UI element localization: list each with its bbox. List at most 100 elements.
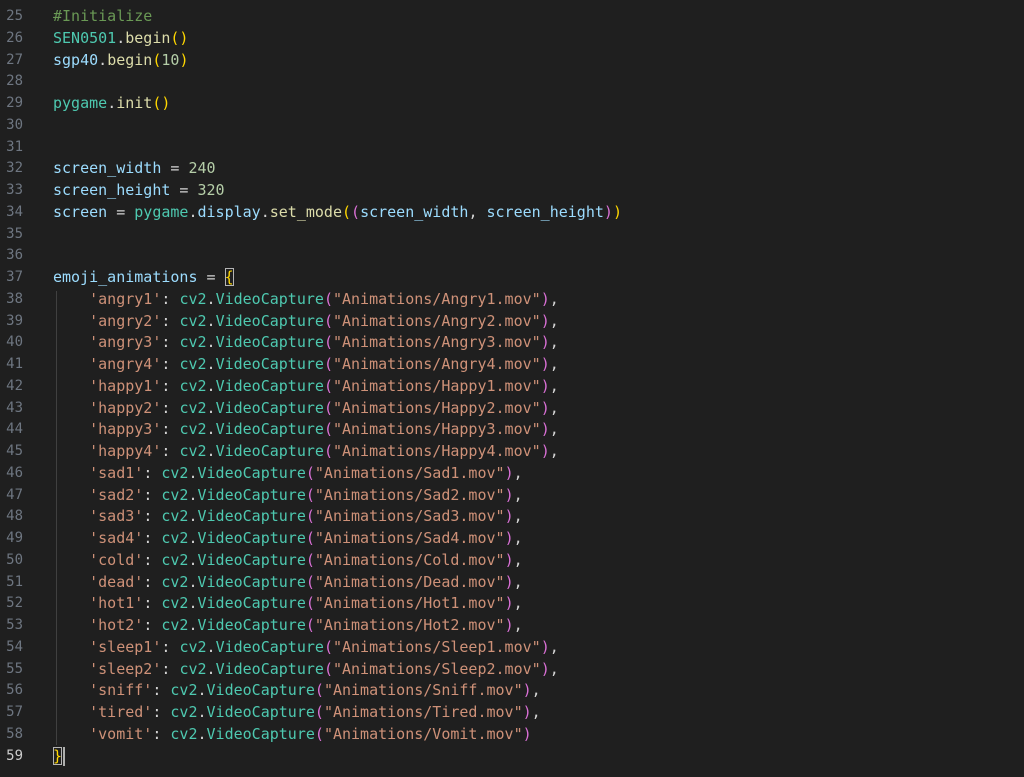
code-line[interactable]: 57 'tired': cv2.VideoCapture("Animations…: [0, 701, 1024, 723]
code-line[interactable]: 27 sgp40.begin(10): [0, 49, 1024, 71]
code-line[interactable]: 31: [0, 136, 1024, 158]
code-token: :: [143, 463, 162, 482]
code-token: "Animations/Happy1.mov": [332, 376, 541, 395]
code-line[interactable]: 59}: [0, 744, 1024, 767]
line-code: 'sad3': cv2.VideoCapture("Animations/Sad…: [53, 505, 523, 527]
code-token: .: [98, 50, 108, 69]
code-token: ,: [513, 463, 523, 482]
line-number: 34: [6, 203, 23, 220]
code-token: .: [206, 442, 216, 460]
code-token: .: [206, 333, 216, 352]
code-token: .: [188, 463, 198, 482]
code-token: .: [107, 94, 117, 112]
code-token: cv2: [161, 507, 189, 526]
code-token: .: [188, 594, 198, 613]
code-token: :: [161, 637, 180, 656]
code-line[interactable]: 51 'dead': cv2.VideoCapture("Animations/…: [0, 571, 1024, 593]
line-number: 40: [6, 334, 23, 351]
line-code: 'vomit': cv2.VideoCapture("Animations/Vo…: [53, 723, 532, 745]
code-token: cv2: [179, 398, 207, 417]
code-token: (: [314, 703, 324, 721]
code-line[interactable]: 34 screen = pygame.display.set_mode((scre…: [0, 201, 1024, 223]
code-line[interactable]: 30: [0, 114, 1024, 136]
code-line[interactable]: 45 'happy4': cv2.VideoCapture("Animation…: [0, 440, 1024, 462]
code-token: begin: [125, 28, 171, 47]
code-line[interactable]: 49 'sad4': cv2.VideoCapture("Animations/…: [0, 527, 1024, 549]
code-line[interactable]: 48 'sad3': cv2.VideoCapture("Animations/…: [0, 505, 1024, 527]
code-token: ): [504, 529, 514, 547]
code-token: (: [351, 202, 361, 221]
code-token: :: [143, 550, 162, 569]
code-token: (): [152, 94, 171, 112]
line-number: 49: [6, 530, 23, 546]
code-token: .: [206, 376, 216, 395]
code-line[interactable]: 29 pygame.init(): [0, 92, 1024, 114]
line-number: 28: [6, 73, 23, 90]
code-token: VideoCapture: [206, 703, 315, 721]
code-token: "Animations/Cold.mov": [314, 550, 505, 569]
code-line[interactable]: 39 'angry2': cv2.VideoCapture("Animation…: [0, 310, 1024, 332]
code-line[interactable]: 36: [0, 244, 1024, 266]
code-token: 'sniff': [89, 681, 153, 700]
code-token: 'hot1': [89, 594, 144, 613]
code-line[interactable]: 25 #Initialize: [0, 5, 1024, 27]
code-line[interactable]: 42 'happy1': cv2.VideoCapture("Animation…: [0, 375, 1024, 397]
code-token: :: [152, 703, 171, 721]
code-line[interactable]: 26 SEN0501.begin(): [0, 27, 1024, 49]
code-line[interactable]: 44 'happy3': cv2.VideoCapture("Animation…: [0, 418, 1024, 440]
code-line[interactable]: 52 'hot1': cv2.VideoCapture("Animations/…: [0, 592, 1024, 614]
code-token: 'angry3': [89, 333, 162, 352]
code-line[interactable]: 50 'cold': cv2.VideoCapture("Animations/…: [0, 549, 1024, 571]
code-line[interactable]: 55 'sleep2': cv2.VideoCapture("Animation…: [0, 658, 1024, 680]
code-token: VideoCapture: [215, 376, 324, 395]
line-code: screen_height = 320: [53, 179, 225, 201]
code-token: VideoCapture: [197, 529, 306, 547]
code-token: VideoCapture: [215, 637, 324, 656]
line-code: 'tired': cv2.VideoCapture("Animations/Ti…: [53, 701, 541, 723]
code-token: :: [143, 594, 162, 613]
code-line[interactable]: 40 'angry3': cv2.VideoCapture("Animation…: [0, 331, 1024, 353]
code-token: }: [53, 746, 63, 765]
code-line[interactable]: 53 'hot2': cv2.VideoCapture("Animations/…: [0, 614, 1024, 636]
code-token: ): [504, 507, 514, 526]
code-line[interactable]: 47 'sad2': cv2.VideoCapture("Animations/…: [0, 484, 1024, 506]
line-code: emoji_animations = {: [53, 266, 234, 288]
code-token: ,: [513, 550, 523, 569]
code-token: cv2: [161, 529, 189, 547]
code-line[interactable]: 37 emoji_animations = {: [0, 266, 1024, 288]
code-editor[interactable]: 25 #Initialize 26 SEN0501.begin() 27 sgp40.be…: [0, 0, 1024, 777]
code-token: :: [161, 311, 180, 330]
code-token: (: [314, 724, 324, 743]
code-token: "Animations/Angry4.mov": [332, 355, 541, 373]
code-token: screen_height: [486, 202, 604, 221]
code-line[interactable]: 58 'vomit': cv2.VideoCapture("Animations…: [0, 723, 1024, 745]
code-line[interactable]: 35: [0, 223, 1024, 245]
code-token: VideoCapture: [206, 681, 315, 700]
code-token: set_mode: [269, 202, 342, 221]
code-line[interactable]: 43 'happy2': cv2.VideoCapture("Animation…: [0, 397, 1024, 419]
code-line[interactable]: 32 screen_width = 240: [0, 157, 1024, 179]
code-line[interactable]: 54 'sleep1': cv2.VideoCapture("Animation…: [0, 636, 1024, 658]
code-line[interactable]: 38 'angry1': cv2.VideoCapture("Animation…: [0, 288, 1024, 310]
code-line[interactable]: 28: [0, 70, 1024, 92]
code-line[interactable]: 46 'sad1': cv2.VideoCapture("Animations/…: [0, 462, 1024, 484]
code-token: "Animations/Sad2.mov": [314, 485, 505, 504]
code-token: "Animations/Angry2.mov": [332, 311, 541, 330]
code-token: :: [152, 724, 171, 743]
code-token: ,: [513, 485, 523, 504]
code-token: (: [305, 594, 315, 613]
code-token: ,: [468, 202, 487, 221]
code-line[interactable]: 41 'angry4': cv2.VideoCapture("Animation…: [0, 353, 1024, 375]
code-line[interactable]: 33 screen_height = 320: [0, 179, 1024, 201]
code-token: cv2: [179, 637, 207, 656]
code-token: begin: [107, 50, 153, 69]
line-number: 32: [6, 160, 23, 177]
code-token: pygame: [134, 202, 189, 221]
code-line[interactable]: 56 'sniff': cv2.VideoCapture("Animations…: [0, 679, 1024, 701]
code-token: ): [504, 463, 514, 482]
